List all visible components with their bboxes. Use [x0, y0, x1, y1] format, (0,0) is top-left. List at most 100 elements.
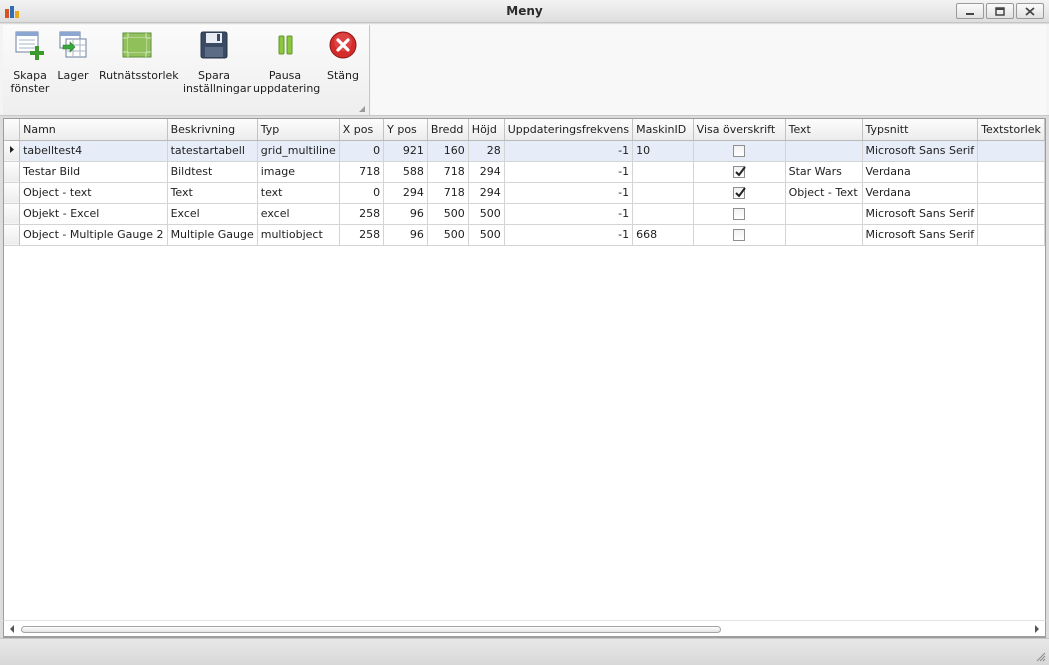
horizontal-scrollbar[interactable] [3, 620, 1046, 637]
cell-hojd[interactable]: 294 [468, 161, 505, 183]
cell-ypos[interactable]: 921 [383, 140, 428, 162]
cell-text[interactable] [785, 203, 863, 225]
cell-text[interactable] [785, 140, 863, 162]
cell-textstorlek[interactable] [977, 161, 1045, 183]
resize-grip-icon[interactable] [1036, 652, 1046, 662]
pause-update-button[interactable]: Pausa uppdatering [253, 29, 320, 95]
cell-bredd[interactable]: 718 [427, 182, 469, 204]
layer-button[interactable]: Lager [53, 29, 93, 82]
column-header-typ[interactable]: Typ [257, 119, 340, 141]
cell-namn[interactable]: Testar Bild [19, 161, 168, 183]
cell-namn[interactable]: Object - text [19, 182, 168, 204]
cell-hojd[interactable]: 28 [468, 140, 505, 162]
cell-beskrivning[interactable]: tatestartabell [167, 140, 258, 162]
visa-overskrift-checkbox[interactable] [733, 166, 746, 178]
cell-text[interactable]: Object - Text [785, 182, 863, 204]
column-header-visa-overskrift[interactable]: Visa överskrift [693, 119, 786, 141]
cell-frekvens[interactable]: -1 [504, 140, 634, 162]
cell-typsnitt[interactable]: Microsoft Sans Serif [862, 224, 979, 246]
cell-ypos[interactable]: 96 [383, 203, 428, 225]
cell-textstorlek[interactable] [977, 182, 1045, 204]
column-header-text[interactable]: Text [785, 119, 863, 141]
cell-visa-overskrift[interactable] [693, 224, 786, 246]
column-header-textstorlek[interactable]: Textstorlek [977, 119, 1045, 141]
minimize-button[interactable] [956, 3, 984, 19]
column-header-beskrivning[interactable]: Beskrivning [167, 119, 258, 141]
cell-frekvens[interactable]: -1 [504, 224, 634, 246]
column-header-typsnitt[interactable]: Typsnitt [862, 119, 979, 141]
cell-xpos[interactable]: 718 [339, 161, 385, 183]
cell-typsnitt[interactable]: Verdana [862, 161, 979, 183]
column-header-namn[interactable]: Namn [19, 119, 168, 141]
row-header-corner[interactable] [4, 119, 21, 141]
cell-bredd[interactable]: 500 [427, 203, 469, 225]
cell-xpos[interactable]: 258 [339, 224, 385, 246]
table-row[interactable]: Testar Bild Bildtest image 718 588 718 294 -1 St… [4, 161, 1045, 183]
cell-hojd[interactable]: 294 [468, 182, 505, 204]
table-row[interactable]: Objekt - Excel Excel excel 258 96 500 500 -1 Mic… [4, 203, 1045, 225]
grid-size-button[interactable]: Rutnätsstorlek [99, 29, 179, 82]
cell-textstorlek[interactable] [977, 203, 1045, 225]
column-header-ypos[interactable]: Y pos [383, 119, 428, 141]
cell-typ[interactable]: image [257, 161, 340, 183]
column-header-hojd[interactable]: Höjd [468, 119, 505, 141]
visa-overskrift-checkbox[interactable] [733, 187, 746, 199]
cell-text[interactable] [785, 224, 863, 246]
maximize-button[interactable] [986, 3, 1014, 19]
cell-ypos[interactable]: 96 [383, 224, 428, 246]
dialog-launcher-icon[interactable] [359, 106, 365, 112]
cell-namn[interactable]: Object - Multiple Gauge 2 [19, 224, 168, 246]
table-row[interactable]: Object - Multiple Gauge 2 Multiple Gauge m… [4, 224, 1045, 246]
cell-ypos[interactable]: 588 [383, 161, 428, 183]
cell-hojd[interactable]: 500 [468, 224, 505, 246]
cell-visa-overskrift[interactable] [693, 140, 786, 162]
cell-maskinid[interactable] [632, 161, 694, 183]
cell-beskrivning[interactable]: Text [167, 182, 258, 204]
cell-typsnitt[interactable]: Microsoft Sans Serif [862, 140, 979, 162]
cell-hojd[interactable]: 500 [468, 203, 505, 225]
cell-beskrivning[interactable]: Bildtest [167, 161, 258, 183]
column-header-bredd[interactable]: Bredd [427, 119, 469, 141]
row-header[interactable] [4, 161, 21, 183]
row-header[interactable] [4, 224, 21, 246]
cell-bredd[interactable]: 500 [427, 224, 469, 246]
cell-textstorlek[interactable] [977, 140, 1045, 162]
cell-visa-overskrift[interactable] [693, 161, 786, 183]
cell-namn[interactable]: tabelltest4 [19, 140, 168, 162]
cell-ypos[interactable]: 294 [383, 182, 428, 204]
cell-frekvens[interactable]: -1 [504, 182, 634, 204]
row-header[interactable] [4, 140, 21, 162]
cell-xpos[interactable]: 0 [339, 140, 385, 162]
cell-bredd[interactable]: 718 [427, 161, 469, 183]
cell-bredd[interactable]: 160 [427, 140, 469, 162]
row-header[interactable] [4, 182, 21, 204]
cell-textstorlek[interactable] [977, 224, 1045, 246]
cell-frekvens[interactable]: -1 [504, 203, 634, 225]
column-header-maskinid[interactable]: MaskinID [632, 119, 694, 141]
cell-typ[interactable]: grid_multiline [257, 140, 340, 162]
scroll-left-icon[interactable] [8, 625, 16, 633]
visa-overskrift-checkbox[interactable] [733, 229, 746, 241]
cell-typsnitt[interactable]: Verdana [862, 182, 979, 204]
column-header-frekvens[interactable]: Uppdateringsfrekvens [504, 119, 634, 141]
column-header-xpos[interactable]: X pos [339, 119, 385, 141]
cell-xpos[interactable]: 258 [339, 203, 385, 225]
visa-overskrift-checkbox[interactable] [733, 145, 746, 157]
cell-visa-overskrift[interactable] [693, 182, 786, 204]
save-settings-button[interactable]: Spara inställningar [183, 29, 251, 95]
close-button[interactable]: Stäng [323, 29, 363, 82]
cell-typsnitt[interactable]: Microsoft Sans Serif [862, 203, 979, 225]
cell-maskinid[interactable]: 668 [632, 224, 694, 246]
create-window-button[interactable]: Skapa fönster [7, 29, 53, 95]
scrollbar-thumb[interactable] [21, 626, 721, 633]
cell-xpos[interactable]: 0 [339, 182, 385, 204]
cell-typ[interactable]: multiobject [257, 224, 340, 246]
cell-typ[interactable]: text [257, 182, 340, 204]
cell-frekvens[interactable]: -1 [504, 161, 634, 183]
title-bar[interactable]: Meny [0, 0, 1049, 23]
cell-text[interactable]: Star Wars [785, 161, 863, 183]
visa-overskrift-checkbox[interactable] [733, 208, 746, 220]
cell-typ[interactable]: excel [257, 203, 340, 225]
cell-beskrivning[interactable]: Multiple Gauge [167, 224, 258, 246]
cell-beskrivning[interactable]: Excel [167, 203, 258, 225]
